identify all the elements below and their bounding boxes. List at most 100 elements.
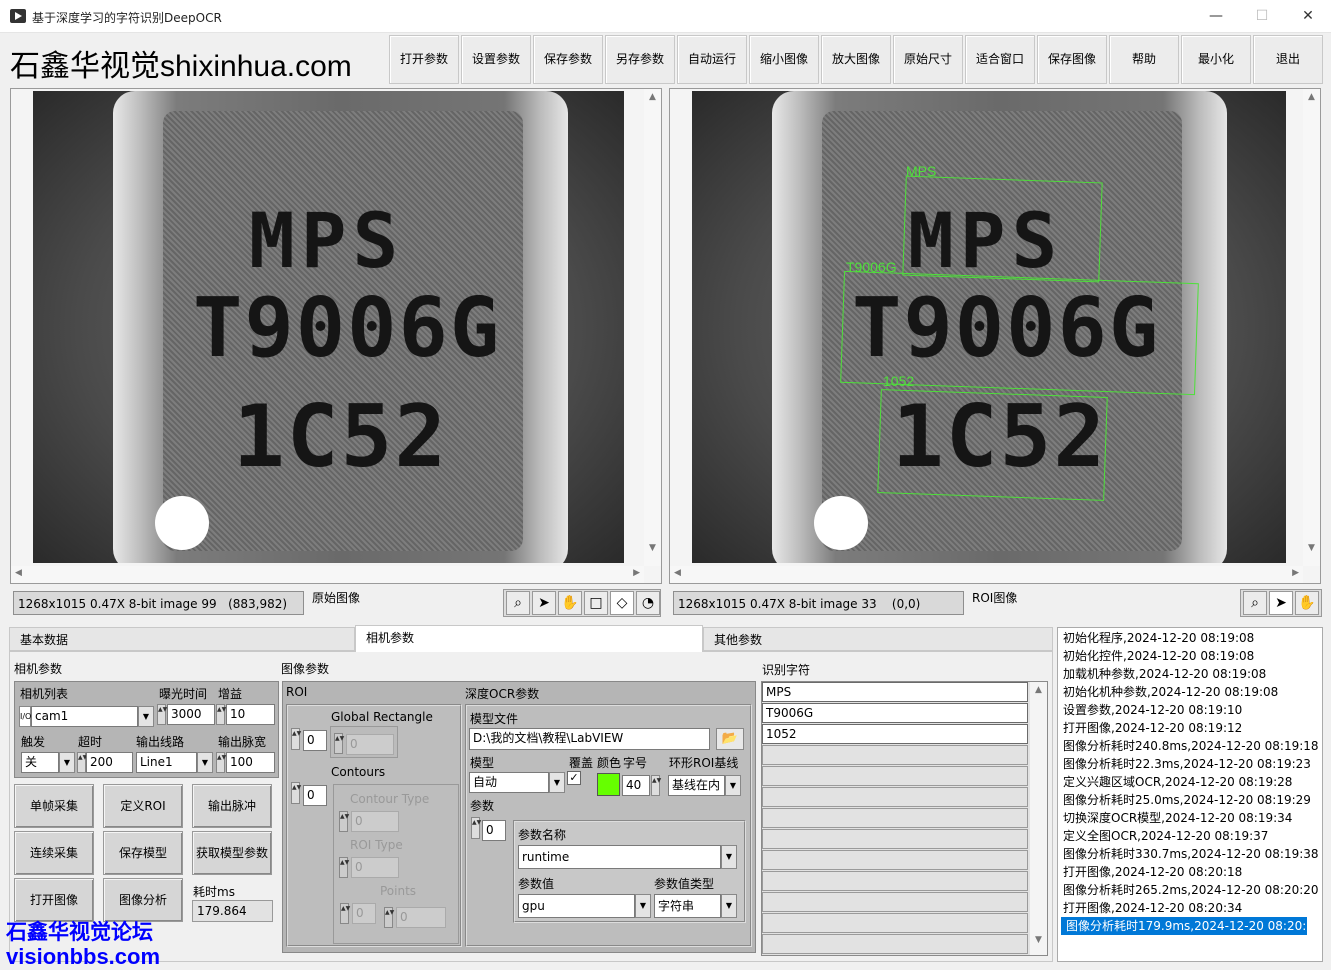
ring-roi-select[interactable]: 基线在内: [668, 775, 725, 796]
param-value-dropdown-icon[interactable]: ▼: [635, 894, 651, 918]
left-viewer-vscroll[interactable]: ▲ ▼: [644, 89, 661, 566]
get-model-params-button[interactable]: 获取模型参数: [192, 831, 272, 875]
recognized-item[interactable]: [762, 766, 1028, 786]
recognized-item[interactable]: [762, 871, 1028, 891]
original-image-viewer[interactable]: MPS T9006G 1C52 ▲ ▼ ◀ ▶: [10, 88, 662, 584]
recognized-item[interactable]: [762, 787, 1028, 807]
left-viewer-hscroll[interactable]: ◀ ▶: [11, 566, 644, 583]
ocr-box-3: [877, 389, 1108, 501]
tab-camera-params[interactable]: 相机参数: [355, 625, 703, 652]
roi-index-spinner[interactable]: ▲▼: [291, 728, 301, 750]
define-roi-button[interactable]: 定义ROI: [103, 784, 183, 828]
points-value-spinner: ▲▼: [384, 907, 394, 928]
tab-other-params[interactable]: 其他参数: [703, 627, 1053, 651]
help-button[interactable]: 帮助: [1109, 35, 1179, 84]
pointer-tool-icon[interactable]: ➤: [532, 591, 556, 615]
forum-url-watermark: visionbbs.com: [6, 944, 161, 969]
recognized-item[interactable]: [762, 850, 1028, 870]
camera-list-select[interactable]: cam1: [31, 706, 138, 727]
recognized-item[interactable]: [762, 829, 1028, 849]
zoom-out-button[interactable]: 缩小图像: [749, 35, 819, 84]
minimize-app-button[interactable]: 最小化: [1181, 35, 1251, 84]
timeout-input[interactable]: 200: [86, 752, 133, 773]
image-params-label: 图像参数: [281, 662, 330, 676]
recognized-item[interactable]: T9006G: [762, 703, 1028, 723]
auto-run-button[interactable]: 自动运行: [677, 35, 747, 84]
color-swatch[interactable]: [597, 773, 620, 796]
recognized-item[interactable]: 1052: [762, 724, 1028, 744]
pan-tool-icon[interactable]: ✋: [558, 591, 582, 615]
output-line-dropdown-icon[interactable]: ▼: [197, 752, 213, 773]
recognized-list-scrollbar[interactable]: ▲ ▼: [1030, 682, 1047, 955]
output-pulse-button[interactable]: 输出脉冲: [192, 784, 272, 828]
minimize-window-button[interactable]: —: [1193, 0, 1239, 33]
param-index-spinner[interactable]: ▲▼: [471, 817, 481, 839]
param-name-dropdown-icon[interactable]: ▼: [721, 845, 737, 869]
event-log-list[interactable]: 初始化程序,2024-12-20 08:19:08 初始化控件,2024-12-…: [1057, 627, 1323, 962]
param-type-select[interactable]: 字符串: [654, 894, 721, 918]
gain-input[interactable]: 10: [226, 704, 275, 725]
contours-index-input[interactable]: 0: [303, 785, 327, 806]
original-size-button[interactable]: 原始尺寸: [893, 35, 963, 84]
recognized-item[interactable]: [762, 892, 1028, 912]
ring-roi-dropdown-icon[interactable]: ▼: [725, 775, 741, 796]
open-params-button[interactable]: 打开参数: [389, 35, 459, 84]
zoom-in-button[interactable]: 放大图像: [821, 35, 891, 84]
maximize-window-button[interactable]: ☐: [1239, 0, 1285, 33]
roi-pan-tool-icon[interactable]: ✋: [1295, 591, 1319, 615]
zoom-tool-icon[interactable]: ⌕: [506, 591, 530, 615]
exposure-spinner[interactable]: ▲▼: [157, 704, 167, 725]
roi-zoom-tool-icon[interactable]: ⌕: [1243, 591, 1267, 615]
right-viewer-vscroll[interactable]: ▲ ▼: [1303, 89, 1320, 566]
rectangle-tool-icon[interactable]: □: [584, 591, 608, 615]
tab-basic-data[interactable]: 基本数据: [9, 627, 355, 651]
right-viewer-hscroll[interactable]: ◀ ▶: [670, 566, 1303, 583]
exposure-input[interactable]: 3000: [167, 704, 215, 725]
gain-spinner[interactable]: ▲▼: [216, 704, 226, 725]
overlay-checkbox[interactable]: ✓: [567, 771, 581, 785]
log-entry: 定义兴趣区域OCR,2024-12-20 08:19:28: [1063, 775, 1293, 789]
trigger-dropdown-icon[interactable]: ▼: [59, 752, 75, 773]
save-as-params-button[interactable]: 另存参数: [605, 35, 675, 84]
param-name-select[interactable]: runtime: [518, 845, 721, 869]
camera-list-dropdown-icon[interactable]: ▼: [138, 706, 154, 727]
pulse-width-input[interactable]: 100: [226, 752, 275, 773]
exit-button[interactable]: 退出: [1253, 35, 1323, 84]
set-params-button[interactable]: 设置参数: [461, 35, 531, 84]
contours-index-spinner[interactable]: ▲▼: [291, 782, 301, 804]
roi-index-input[interactable]: 0: [303, 730, 327, 751]
recognized-item[interactable]: [762, 808, 1028, 828]
font-size-input[interactable]: 40: [622, 775, 650, 796]
ocr-label-3: 1052: [883, 373, 915, 389]
roi-pointer-tool-icon[interactable]: ➤: [1269, 591, 1293, 615]
pulse-width-spinner[interactable]: ▲▼: [216, 752, 226, 773]
recognized-chars-list[interactable]: MPS T9006G 1052 ▲ ▼: [761, 681, 1048, 956]
recognized-item[interactable]: [762, 745, 1028, 765]
browse-folder-icon[interactable]: 📂: [716, 728, 744, 750]
param-type-dropdown-icon[interactable]: ▼: [721, 894, 737, 918]
save-model-button[interactable]: 保存模型: [103, 831, 183, 875]
recognized-item[interactable]: [762, 913, 1028, 933]
timeout-spinner[interactable]: ▲▼: [77, 752, 87, 773]
fit-window-button[interactable]: 适合窗口: [965, 35, 1035, 84]
roi-image-viewer[interactable]: MPS T9006G 1C52 MPS T9006G 1052 ▲ ▼ ◀ ▶: [669, 88, 1321, 584]
mode-select[interactable]: 自动: [469, 772, 549, 793]
save-params-button[interactable]: 保存参数: [533, 35, 603, 84]
model-file-path[interactable]: D:\我的文档\教程\LabVIEW: [469, 728, 710, 750]
font-size-spinner[interactable]: ▲▼: [651, 775, 661, 796]
log-entry-selected[interactable]: 图像分析耗时179.9ms,2024-12-20 08:20:35: [1061, 917, 1322, 935]
save-image-button[interactable]: 保存图像: [1037, 35, 1107, 84]
close-window-button[interactable]: ✕: [1285, 0, 1331, 33]
io-name-icon: I/O: [19, 706, 31, 727]
annulus-tool-icon[interactable]: ◔: [636, 591, 660, 615]
recognized-item[interactable]: MPS: [762, 682, 1028, 702]
param-value-select[interactable]: gpu: [518, 894, 635, 918]
recognized-item[interactable]: [762, 934, 1028, 954]
output-line-select[interactable]: Line1: [136, 752, 197, 773]
continuous-capture-button[interactable]: 连续采集: [14, 831, 94, 875]
mode-dropdown-icon[interactable]: ▼: [549, 772, 565, 793]
trigger-select[interactable]: 关: [21, 752, 59, 773]
param-index-input[interactable]: 0: [482, 820, 506, 841]
single-capture-button[interactable]: 单帧采集: [14, 784, 94, 828]
rotated-rect-tool-icon[interactable]: ◇: [610, 591, 634, 615]
